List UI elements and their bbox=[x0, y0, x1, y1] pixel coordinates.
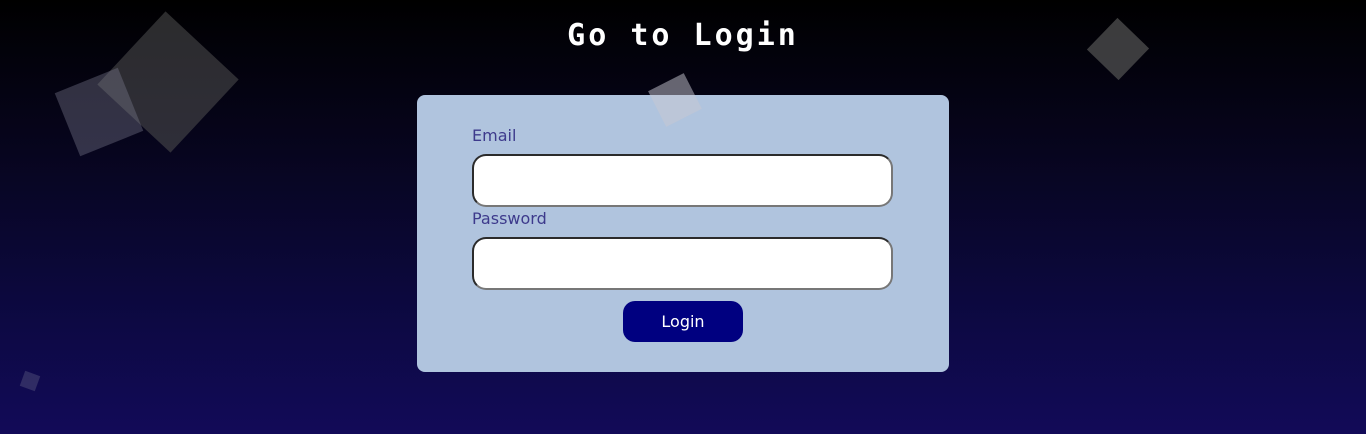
email-label: Email bbox=[472, 126, 517, 145]
email-input[interactable] bbox=[472, 154, 893, 207]
login-button[interactable]: Login bbox=[623, 301, 743, 342]
page-title: Go to Login bbox=[567, 18, 799, 53]
password-label: Password bbox=[472, 209, 547, 228]
password-input[interactable] bbox=[472, 237, 893, 290]
decorative-square bbox=[19, 370, 41, 392]
login-form: Email Password Login bbox=[417, 95, 949, 372]
